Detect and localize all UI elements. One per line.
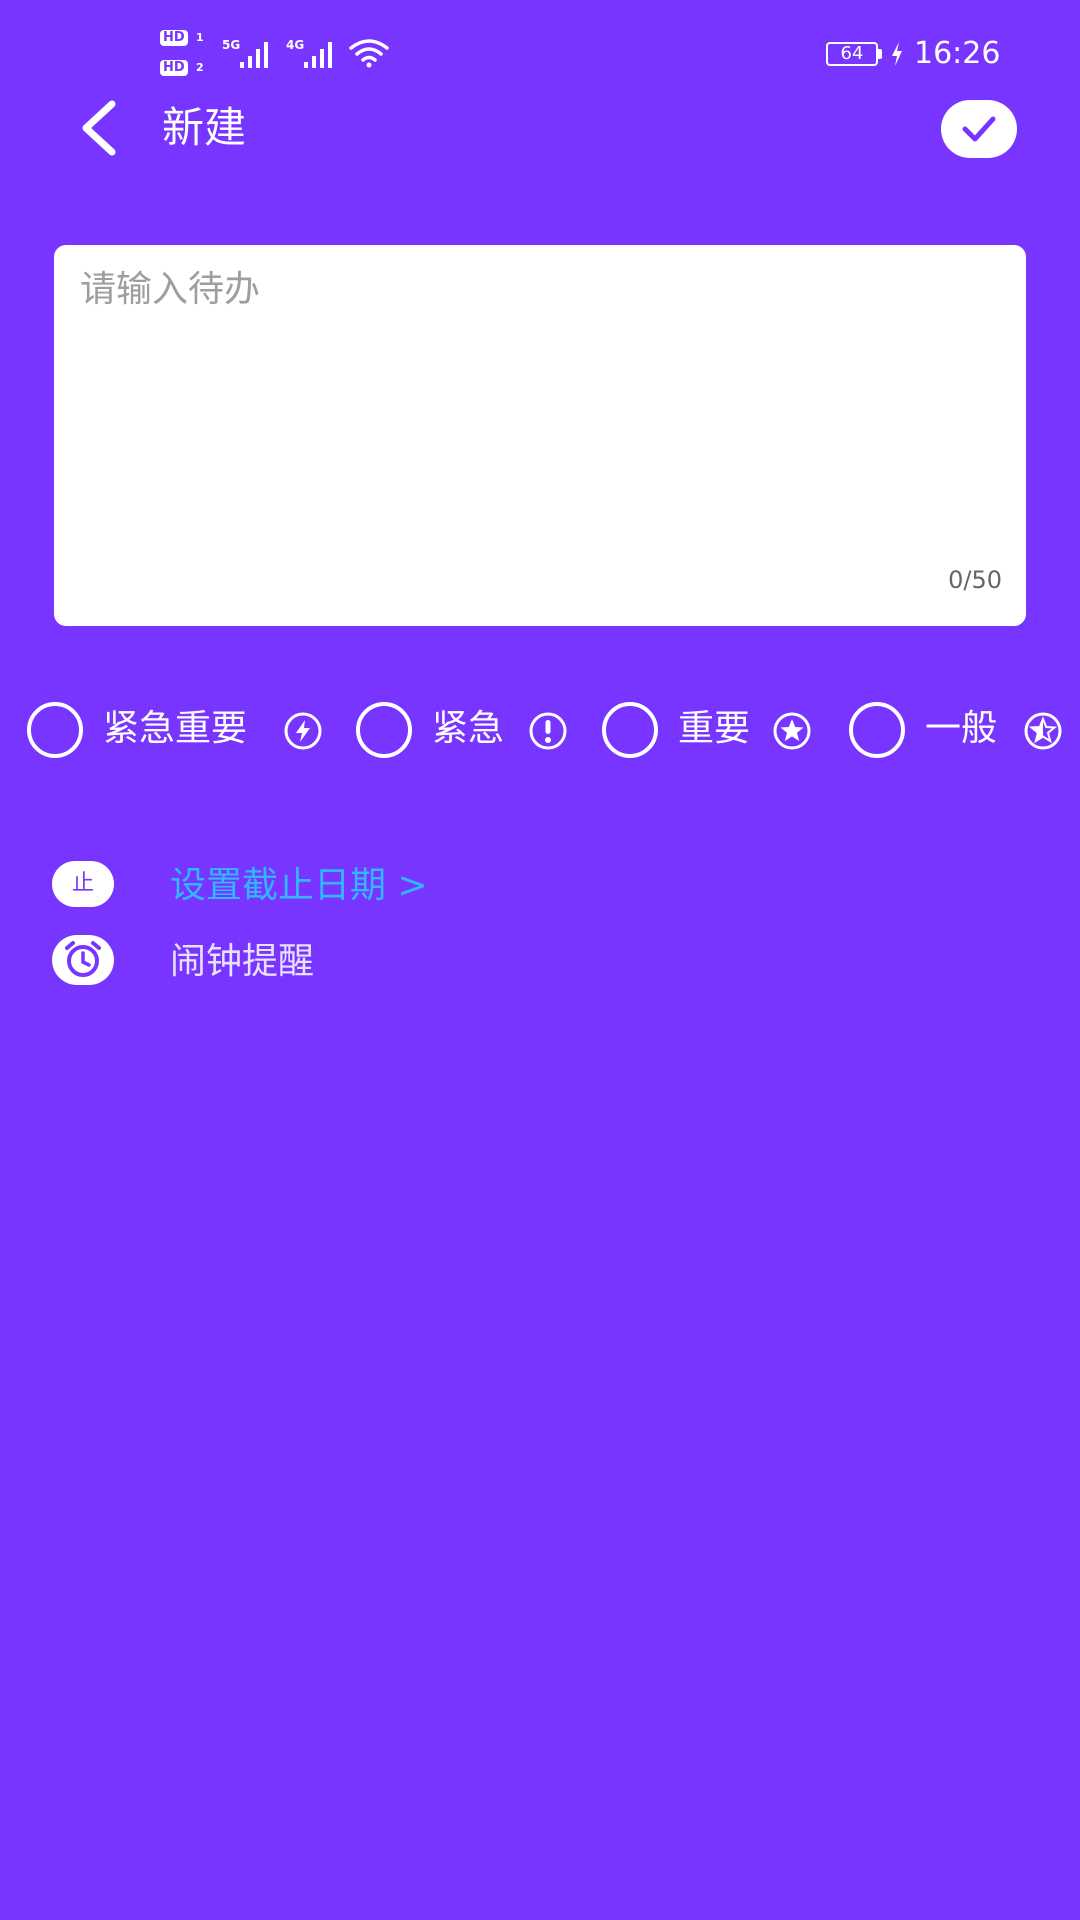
battery-tip <box>878 49 882 59</box>
priority-options: 紧急重要 紧急 重要 一般 <box>0 700 1080 760</box>
radio-button[interactable] <box>602 702 658 758</box>
deadline-setting-row[interactable]: 止 设置截止日期 > <box>52 857 952 917</box>
radio-button[interactable] <box>356 702 412 758</box>
deadline-link[interactable]: 设置截止日期 > <box>170 861 428 911</box>
signal-strength-icon <box>240 42 268 68</box>
exclamation-circle-icon <box>529 712 567 750</box>
priority-label: 紧急 <box>432 708 505 749</box>
charging-icon <box>892 42 902 66</box>
chevron-left-icon <box>82 100 116 156</box>
save-button[interactable] <box>941 100 1017 158</box>
bolt-circle-icon <box>284 712 322 750</box>
status-bar: HD 1 HD 2 5G 4G 64 16:26 <box>0 0 1080 110</box>
hd1-badge: HD <box>160 30 188 46</box>
hd2-badge: HD <box>160 60 188 76</box>
alarm-setting-row[interactable]: 闹钟提醒 <box>52 933 952 993</box>
deadline-badge: 止 <box>52 861 114 907</box>
new-todo-screen: HD 1 HD 2 5G 4G 64 16:26 新建 请输入待办 0/50 紧… <box>0 0 1080 1920</box>
priority-label: 紧急重要 <box>103 708 248 749</box>
check-icon <box>962 116 996 142</box>
page-title: 新建 <box>162 103 247 152</box>
hd1-sub: 1 <box>196 31 204 44</box>
hd2-sub: 2 <box>196 61 204 74</box>
radio-button[interactable] <box>849 702 905 758</box>
priority-option-urgent-important[interactable]: 紧急重要 <box>27 700 337 760</box>
char-counter: 0/50 <box>948 566 1002 594</box>
status-time: 16:26 <box>914 36 1001 71</box>
priority-option-urgent[interactable]: 紧急 <box>356 700 576 760</box>
alarm-reminder-label[interactable]: 闹钟提醒 <box>170 937 314 987</box>
battery-indicator: 64 <box>826 42 878 66</box>
todo-input-card: 0/50 <box>54 245 1026 626</box>
priority-label: 一般 <box>925 708 998 749</box>
priority-option-important[interactable]: 重要 <box>602 700 822 760</box>
todo-input[interactable] <box>80 265 1000 555</box>
priority-option-normal[interactable]: 一般 <box>849 700 1079 760</box>
signal-strength-icon <box>304 42 332 68</box>
half-star-circle-icon <box>1024 712 1062 750</box>
star-circle-icon <box>773 712 811 750</box>
alarm-clock-icon <box>52 935 114 985</box>
hd-indicators: HD 1 HD 2 <box>160 30 210 80</box>
priority-label: 重要 <box>678 708 751 749</box>
radio-button[interactable] <box>27 702 83 758</box>
back-button[interactable] <box>68 96 128 160</box>
wifi-icon <box>349 39 389 68</box>
